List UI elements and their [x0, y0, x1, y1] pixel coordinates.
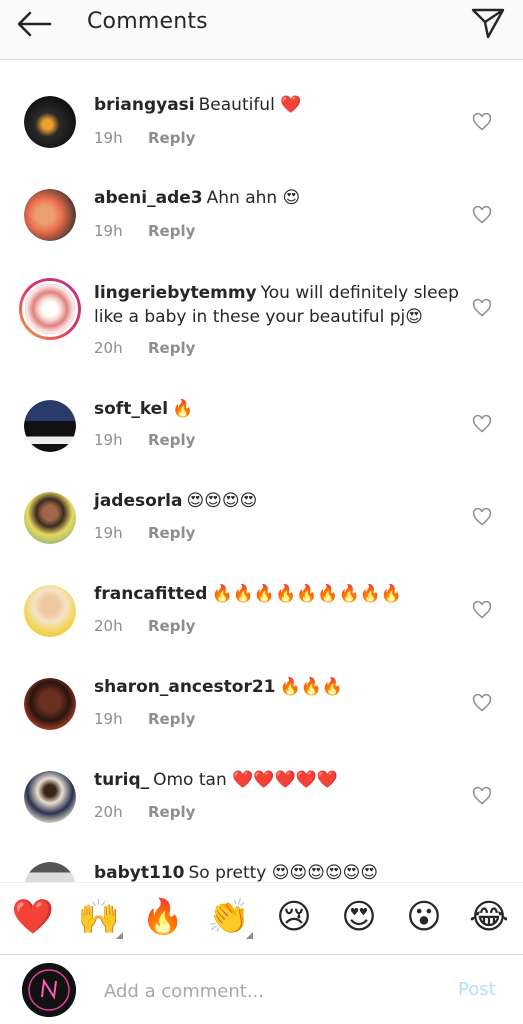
comment-text: 😍😍😍😍 [186, 491, 258, 511]
surprised-face-emoji-button[interactable]: 😮 [402, 895, 446, 939]
header-bar: Comments [0, 0, 523, 60]
crying-face-emoji-button[interactable]: 😢 [272, 895, 316, 939]
like-heart-icon[interactable] [472, 507, 492, 527]
avatar[interactable] [24, 400, 76, 452]
page-title: Comments [87, 9, 208, 34]
comment-text: 🔥 [172, 399, 194, 419]
like-heart-icon[interactable] [472, 693, 492, 713]
comment-time: 20h [94, 339, 123, 357]
reply-button[interactable]: Reply [148, 129, 195, 147]
reply-button[interactable]: Reply [148, 524, 195, 542]
comment-username[interactable]: lingeriebytemmy [94, 283, 257, 303]
avatar[interactable] [24, 585, 76, 637]
tears-of-joy-emoji-button[interactable]: 😂 [467, 895, 511, 939]
reply-button[interactable]: Reply [148, 710, 195, 728]
comment-time: 19h [94, 129, 123, 147]
back-arrow-icon[interactable] [14, 9, 54, 39]
comment-time: 20h [94, 617, 123, 635]
raising-hands-emoji-button[interactable]: 🙌 [77, 895, 123, 939]
avatar[interactable] [24, 189, 76, 241]
comment-text: Omo tan ❤️❤️❤️❤️❤️ [153, 770, 338, 790]
comment-composer: Post [0, 954, 523, 1024]
avatar[interactable] [24, 771, 76, 823]
comment-text: So pretty 😍😍😍😍😍😍 [188, 863, 379, 882]
paper-plane-icon[interactable] [470, 5, 506, 41]
comment-time: 19h [94, 710, 123, 728]
comment-text: 🔥🔥🔥🔥🔥🔥🔥🔥🔥 [211, 584, 402, 604]
comment-username[interactable]: soft_kel [94, 399, 168, 419]
brand-logo-icon [22, 963, 76, 1017]
comment-input[interactable] [104, 977, 434, 1005]
reply-button[interactable]: Reply [148, 339, 195, 357]
comment-text: Beautiful ❤️ [198, 95, 302, 115]
red-heart-emoji-button[interactable]: ❤️ [11, 895, 55, 939]
comment-username[interactable]: babyt110 [94, 863, 185, 882]
like-heart-icon[interactable] [472, 414, 492, 434]
comment-username[interactable]: sharon_ancestor21 [94, 677, 276, 697]
comment-time: 19h [94, 222, 123, 240]
post-button[interactable]: Post [458, 979, 496, 1000]
clapping-hands-emoji-button[interactable]: 👏 [207, 895, 253, 939]
comment-time: 20h [94, 803, 123, 821]
comment-username[interactable]: francafitted [94, 584, 207, 604]
comment-username[interactable]: turiq_ [94, 770, 149, 790]
clapping-hands-emoji: 👏 [207, 897, 251, 937]
like-heart-icon[interactable] [472, 600, 492, 620]
comment-username[interactable]: jadesorla [94, 491, 182, 511]
comment-username[interactable]: briangyasi [94, 95, 195, 115]
avatar[interactable] [24, 678, 76, 730]
reply-button[interactable]: Reply [148, 431, 195, 449]
comment-text: 🔥🔥🔥 [279, 677, 344, 697]
avatar[interactable] [24, 862, 76, 882]
quick-reactions-bar: ❤️ 🙌 🔥 👏 😢 😍 😮 😂 [0, 882, 523, 954]
avatar[interactable] [24, 492, 76, 544]
like-heart-icon[interactable] [472, 112, 492, 132]
avatar[interactable] [24, 96, 76, 148]
like-heart-icon[interactable] [472, 298, 492, 318]
reply-button[interactable]: Reply [148, 617, 195, 635]
current-user-avatar [22, 963, 76, 1017]
comment-username[interactable]: abeni_ade3 [94, 188, 203, 208]
fire-emoji-button[interactable]: 🔥 [141, 895, 185, 939]
reply-button[interactable]: Reply [148, 222, 195, 240]
skin-tone-indicator-icon [246, 932, 253, 939]
comment-text: Ahn ahn 😍 [206, 188, 301, 208]
comment-time: 19h [94, 431, 123, 449]
heart-eyes-emoji-button[interactable]: 😍 [337, 895, 381, 939]
comment-time: 19h [94, 524, 123, 542]
skin-tone-indicator-icon [116, 932, 123, 939]
comments-list[interactable]: briangyasi Beautiful ❤️ 19h Reply abeni_ad… [0, 60, 523, 882]
raising-hands-emoji: 🙌 [77, 897, 121, 937]
avatar-story-ring[interactable] [19, 278, 81, 340]
like-heart-icon[interactable] [472, 786, 492, 806]
reply-button[interactable]: Reply [148, 803, 195, 821]
like-heart-icon[interactable] [472, 205, 492, 225]
